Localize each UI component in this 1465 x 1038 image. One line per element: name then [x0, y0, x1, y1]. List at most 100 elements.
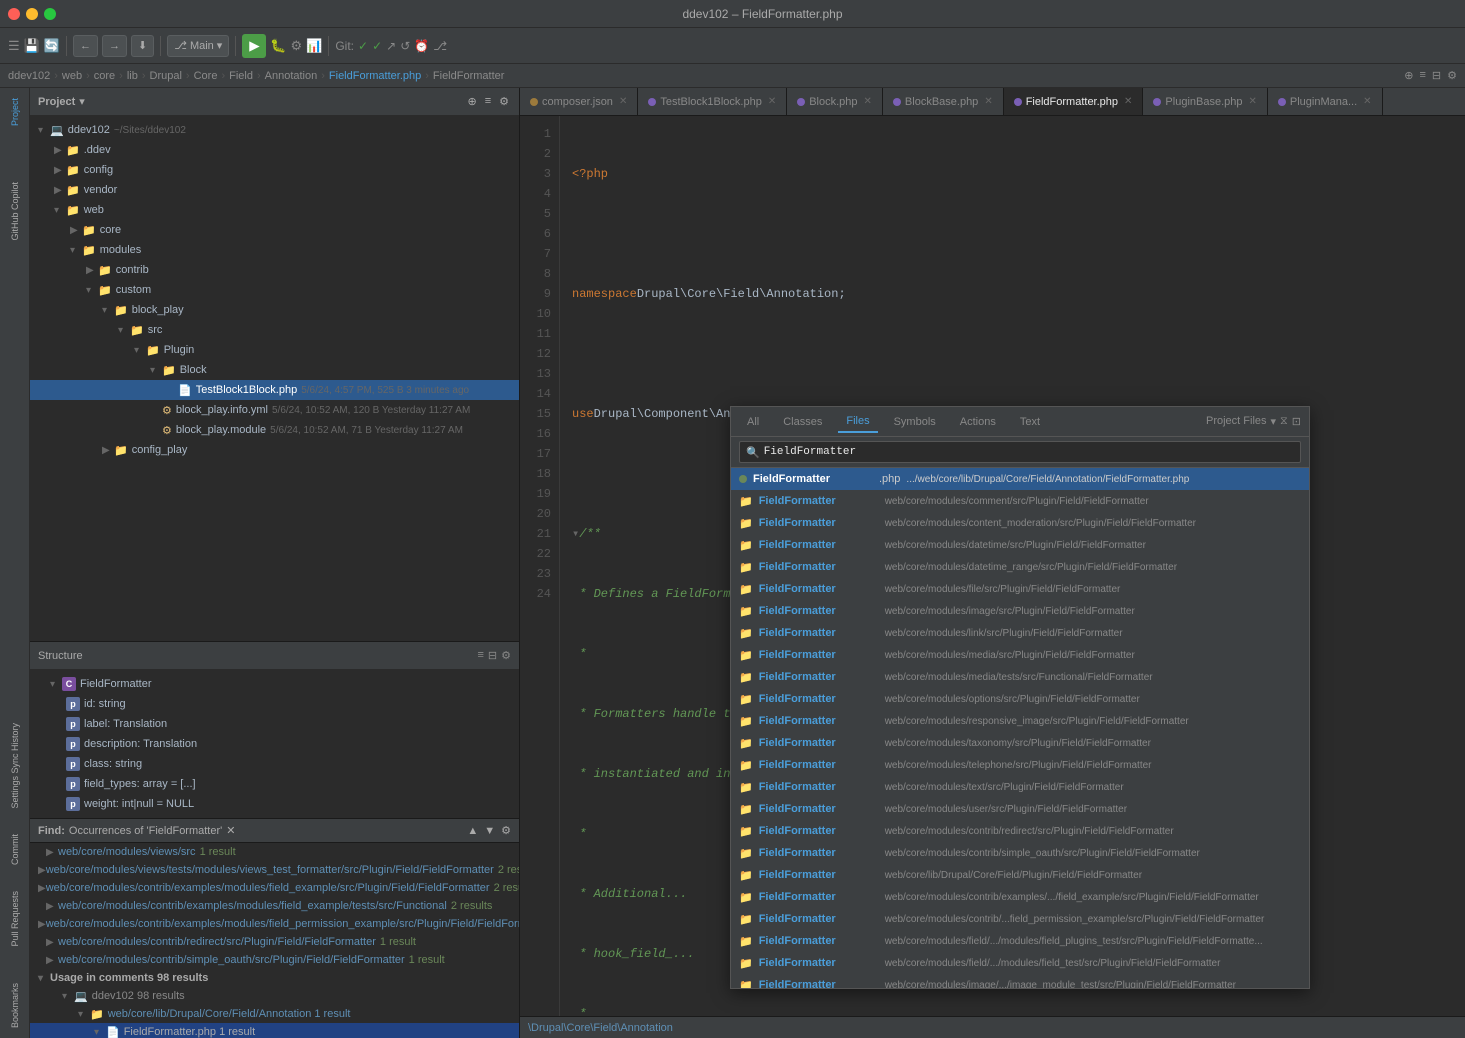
tab-pluginbase[interactable]: PluginBase.php ✕ — [1143, 88, 1267, 116]
breadcrumb-item-core2[interactable]: Core — [194, 70, 218, 82]
ac-item-8[interactable]: 📁 FieldFormatter web/core/modules/media/… — [731, 644, 1309, 666]
ac-item-14[interactable]: 📁 FieldFormatter web/core/modules/text/s… — [731, 776, 1309, 798]
find-result-3[interactable]: ▶ web/core/modules/contrib/examples/modu… — [30, 879, 519, 897]
git-branch-icon[interactable]: ⎇ — [433, 39, 447, 53]
breadcrumb-item-core[interactable]: core — [94, 70, 115, 82]
tree-item-testblock[interactable]: ▶ 📄 TestBlock1Block.php 5/6/24, 4:57 PM,… — [30, 380, 519, 400]
ac-item-4[interactable]: 📁 FieldFormatter web/core/modules/dateti… — [731, 556, 1309, 578]
ac-item-19[interactable]: 📁 FieldFormatter web/core/modules/contri… — [731, 886, 1309, 908]
breadcrumb-item-project[interactable]: ddev102 — [8, 70, 50, 82]
breadcrumb-item-class[interactable]: FieldFormatter — [433, 70, 505, 82]
ac-item-1[interactable]: 📁 FieldFormatter web/core/modules/commen… — [731, 490, 1309, 512]
find-gear-icon[interactable]: ⚙ — [501, 824, 511, 837]
tree-item-modules[interactable]: ▾ 📁 modules — [30, 240, 519, 260]
run-button[interactable]: ▶ — [242, 34, 266, 58]
ac-tab-symbols[interactable]: Symbols — [886, 412, 944, 432]
ac-tab-classes[interactable]: Classes — [775, 412, 830, 432]
ac-item-6[interactable]: 📁 FieldFormatter web/core/modules/image/… — [731, 600, 1309, 622]
find-scroll-up[interactable]: ▲ — [467, 825, 478, 837]
breadcrumb-item-lib[interactable]: lib — [127, 70, 138, 82]
find-close-icon[interactable]: ✕ — [226, 824, 235, 837]
ac-tab-actions[interactable]: Actions — [952, 412, 1004, 432]
sidebar-icon-pull[interactable]: Pull Requests — [3, 885, 27, 953]
toolbar-icon-profile[interactable]: 📊 — [306, 38, 322, 54]
structure-item-field-types[interactable]: p field_types: array = [...] — [30, 774, 519, 794]
breadcrumb-item-file[interactable]: FieldFormatter.php — [329, 70, 421, 82]
maximize-button[interactable] — [44, 8, 56, 20]
structure-icon-gear[interactable]: ⚙ — [501, 649, 511, 662]
ac-item-17[interactable]: 📁 FieldFormatter web/core/modules/contri… — [731, 842, 1309, 864]
sidebar-icon-project[interactable]: Project — [3, 92, 27, 132]
breadcrumb-item-field[interactable]: Field — [229, 70, 253, 82]
forward-button[interactable]: → — [102, 35, 127, 57]
structure-item-label[interactable]: p label: Translation — [30, 714, 519, 734]
sidebar-icon-sync[interactable]: Settings Sync History — [3, 717, 27, 815]
ac-item-21[interactable]: 📁 FieldFormatter web/core/modules/field/… — [731, 930, 1309, 952]
ac-item-selected[interactable]: FieldFormatter .php .../web/core/lib/Dru… — [731, 468, 1309, 490]
toolbar-icon-coverage[interactable]: ⚙ — [291, 38, 303, 54]
ac-item-2[interactable]: 📁 FieldFormatter web/core/modules/conten… — [731, 512, 1309, 534]
structure-item-weight[interactable]: p weight: int|null = NULL — [30, 794, 519, 814]
back-button[interactable]: ← — [73, 35, 98, 57]
tab-fieldformatter[interactable]: FieldFormatter.php ✕ — [1004, 88, 1144, 116]
project-collapse-icon[interactable]: ≡ — [483, 93, 493, 110]
tab-close-fieldformatter[interactable]: ✕ — [1124, 96, 1132, 107]
tab-composer-json[interactable]: composer.json ✕ — [520, 88, 638, 116]
tree-item-vendor[interactable]: ▶ 📁 vendor — [30, 180, 519, 200]
ac-item-16[interactable]: 📁 FieldFormatter web/core/modules/contri… — [731, 820, 1309, 842]
tree-item-src[interactable]: ▾ 📁 src — [30, 320, 519, 340]
structure-item-id[interactable]: p id: string — [30, 694, 519, 714]
tab-pluginmana[interactable]: PluginMana... ✕ — [1268, 88, 1383, 116]
structure-item-description[interactable]: p description: Translation — [30, 734, 519, 754]
ac-item-20[interactable]: 📁 FieldFormatter web/core/modules/contri… — [731, 908, 1309, 930]
tree-item-config[interactable]: ▶ 📁 config — [30, 160, 519, 180]
breadcrumb-settings-icon[interactable]: ⊕ — [1404, 69, 1413, 82]
structure-icon-2[interactable]: ⊟ — [488, 649, 497, 662]
ac-item-9[interactable]: 📁 FieldFormatter web/core/modules/media/… — [731, 666, 1309, 688]
project-scroll-icon[interactable]: ⊕ — [465, 93, 478, 110]
ac-item-5[interactable]: 📁 FieldFormatter web/core/modules/file/s… — [731, 578, 1309, 600]
breadcrumb-more-icon[interactable]: ⊟ — [1432, 69, 1441, 82]
toolbar-icon-debug[interactable]: 🐛 — [270, 38, 286, 54]
sidebar-icon-bookmarks[interactable]: Bookmarks — [3, 977, 27, 1034]
tree-item-plugin[interactable]: ▾ 📁 Plugin — [30, 340, 519, 360]
structure-icon-1[interactable]: ≡ — [477, 649, 483, 662]
close-button[interactable] — [8, 8, 20, 20]
tab-close-pluginmana[interactable]: ✕ — [1363, 96, 1371, 107]
branch-button[interactable]: ⎇ Main ▾ — [167, 35, 229, 57]
git-push-icon[interactable]: ↗ — [386, 39, 396, 53]
breadcrumb-gear-icon[interactable]: ⚙ — [1447, 69, 1457, 82]
breadcrumb-indent-icon[interactable]: ≡ — [1419, 69, 1425, 82]
sidebar-icon-commit[interactable]: Commit — [3, 828, 27, 871]
ac-item-13[interactable]: 📁 FieldFormatter web/core/modules/teleph… — [731, 754, 1309, 776]
ac-item-15[interactable]: 📁 FieldFormatter web/core/modules/user/s… — [731, 798, 1309, 820]
breadcrumb-item-drupal[interactable]: Drupal — [150, 70, 182, 82]
tab-close-blockbase[interactable]: ✕ — [984, 96, 992, 107]
ac-item-11[interactable]: 📁 FieldFormatter web/core/modules/respon… — [731, 710, 1309, 732]
ac-item-18[interactable]: 📁 FieldFormatter web/core/lib/Drupal/Cor… — [731, 864, 1309, 886]
git-history-icon[interactable]: ⏰ — [414, 39, 429, 53]
tree-item-module[interactable]: ▶ ⚙ block_play.module 5/6/24, 10:52 AM, … — [30, 420, 519, 440]
ac-filter-dropdown[interactable]: ▾ — [1271, 415, 1277, 428]
tree-item-ddev[interactable]: ▶ 📁 .ddev — [30, 140, 519, 160]
find-scroll-down[interactable]: ▼ — [484, 825, 495, 837]
sidebar-icon-github[interactable]: GitHub Copilot — [3, 176, 27, 247]
tab-close-composer[interactable]: ✕ — [619, 96, 627, 107]
tab-close-block[interactable]: ✕ — [864, 96, 872, 107]
project-gear-icon[interactable]: ⚙ — [497, 93, 511, 110]
ac-item-3[interactable]: 📁 FieldFormatter web/core/modules/dateti… — [731, 534, 1309, 556]
tree-item-block-play[interactable]: ▾ 📁 block_play — [30, 300, 519, 320]
minimize-button[interactable] — [26, 8, 38, 20]
find-result-6[interactable]: ▶ web/core/modules/contrib/redirect/src/… — [30, 933, 519, 951]
tab-close-pluginbase[interactable]: ✕ — [1248, 96, 1256, 107]
tab-blockbase[interactable]: BlockBase.php ✕ — [883, 88, 1004, 116]
tree-item-core[interactable]: ▶ 📁 core — [30, 220, 519, 240]
ac-item-23[interactable]: 📁 FieldFormatter web/core/modules/image/… — [731, 974, 1309, 988]
ac-item-12[interactable]: 📁 FieldFormatter web/core/modules/taxono… — [731, 732, 1309, 754]
find-result-1[interactable]: ▶ web/core/modules/views/src 1 result — [30, 843, 519, 861]
breadcrumb-item-web[interactable]: web — [62, 70, 82, 82]
tree-item-custom[interactable]: ▾ 📁 custom — [30, 280, 519, 300]
ac-item-7[interactable]: 📁 FieldFormatter web/core/modules/link/s… — [731, 622, 1309, 644]
ac-tab-files[interactable]: Files — [838, 411, 877, 433]
tab-block[interactable]: Block.php ✕ — [787, 88, 883, 116]
